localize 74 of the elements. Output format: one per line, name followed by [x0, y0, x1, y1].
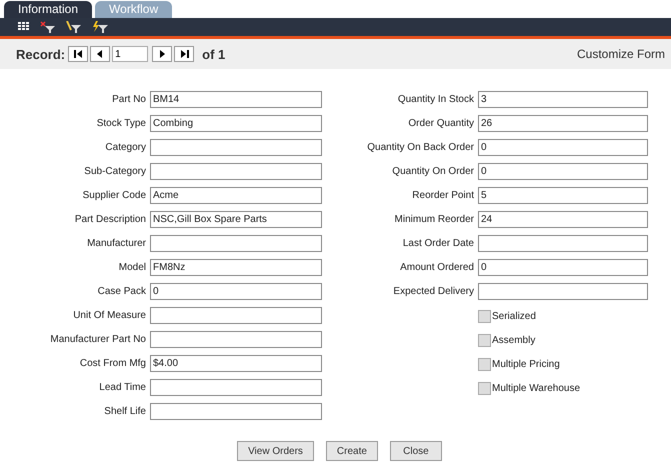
record-total: of 1	[202, 46, 226, 62]
record-label: Record:	[16, 46, 66, 62]
form-button[interactable]: Close	[390, 441, 442, 461]
left-triangle-icon	[97, 50, 104, 58]
field-label: Case Pack	[96, 285, 147, 299]
checkbox-label: Assembly	[492, 334, 536, 346]
lightning-filter-icon[interactable]	[92, 21, 108, 33]
input-field[interactable]: $4.00	[150, 355, 322, 372]
field-label: Model	[118, 261, 147, 275]
field-label: Minimum Reorder	[394, 213, 475, 227]
clear-filter-icon[interactable]	[40, 21, 56, 33]
checkbox[interactable]	[478, 334, 491, 346]
input-field[interactable]: 26	[478, 115, 648, 132]
field-label: Unit Of Measure	[72, 309, 147, 323]
field-label: Expected Delivery	[392, 285, 475, 299]
input-field[interactable]	[150, 307, 322, 324]
field-label: Amount Ordered	[399, 261, 475, 275]
field-label: Quantity In Stock	[396, 93, 475, 107]
form-button[interactable]: Create	[326, 441, 378, 461]
record-number-field[interactable]: 1	[112, 46, 148, 62]
last-icon	[180, 50, 189, 58]
checkbox-label: Serialized	[492, 310, 536, 322]
input-field[interactable]: 5	[478, 187, 648, 204]
input-field[interactable]	[150, 331, 322, 348]
field-label: Sub-Category	[83, 165, 147, 179]
field-label: Lead Time	[98, 381, 147, 395]
right-triangle-icon	[159, 50, 166, 58]
input-field[interactable]	[150, 139, 322, 156]
input-field[interactable]	[478, 283, 648, 300]
first-record-button[interactable]	[68, 46, 88, 62]
field-label: Part Description	[74, 213, 147, 227]
input-field[interactable]: FM8Nz	[150, 259, 322, 276]
field-label: Part No	[111, 93, 147, 107]
customize-form-link[interactable]: Customize Form	[576, 47, 665, 61]
last-record-button[interactable]	[174, 46, 194, 62]
field-label: Manufacturer	[86, 237, 147, 251]
checkbox[interactable]	[478, 358, 491, 370]
input-field[interactable]: 0	[150, 283, 322, 300]
edit-filter-icon[interactable]	[66, 21, 82, 33]
form-button[interactable]: View Orders	[237, 441, 314, 461]
checkbox-label: Multiple Pricing	[492, 358, 560, 370]
grid-icon[interactable]	[18, 22, 30, 32]
input-field[interactable]: 0	[478, 139, 648, 156]
field-label: Supplier Code	[82, 189, 147, 203]
input-field[interactable]: 0	[478, 163, 648, 180]
first-icon	[74, 50, 83, 58]
input-field[interactable]	[150, 235, 322, 252]
field-label: Category	[104, 141, 147, 155]
input-field[interactable]: 0	[478, 259, 648, 276]
tab[interactable]: Information	[4, 1, 92, 18]
field-label: Quantity On Back Order	[366, 141, 475, 155]
field-label: Order Quantity	[407, 117, 475, 131]
input-field[interactable]: NSC,Gill Box Spare Parts	[150, 211, 322, 228]
next-record-button[interactable]	[152, 46, 172, 62]
input-field[interactable]: Combing	[150, 115, 322, 132]
field-label: Shelf Life	[103, 405, 147, 419]
field-label: Reorder Point	[411, 189, 475, 203]
input-field[interactable]	[150, 163, 322, 180]
input-field[interactable]: 3	[478, 91, 648, 108]
field-label: Quantity On Order	[391, 165, 475, 179]
input-field[interactable]: Acme	[150, 187, 322, 204]
previous-record-button[interactable]	[90, 46, 110, 62]
checkbox[interactable]	[478, 382, 491, 394]
field-label: Last Order Date	[402, 237, 475, 251]
field-label: Cost From Mfg	[78, 357, 147, 371]
field-label: Stock Type	[96, 117, 147, 131]
input-field[interactable]: 24	[478, 211, 648, 228]
input-field[interactable]	[150, 379, 322, 396]
field-label: Manufacturer Part No	[49, 333, 147, 347]
checkbox-label: Multiple Warehouse	[492, 382, 580, 394]
checkbox[interactable]	[478, 310, 491, 322]
input-field[interactable]	[478, 235, 648, 252]
input-field[interactable]	[150, 403, 322, 420]
input-field[interactable]: BM14	[150, 91, 322, 108]
